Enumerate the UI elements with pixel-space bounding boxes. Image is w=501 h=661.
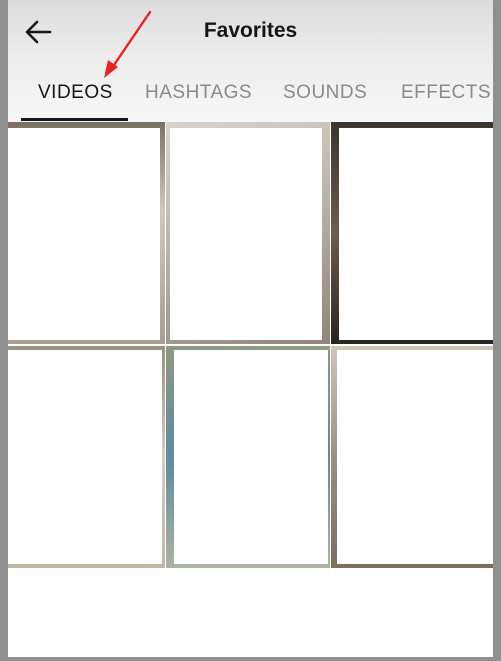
video-thumbnail[interactable] bbox=[331, 122, 493, 344]
tab-effects[interactable]: EFFECTS bbox=[401, 82, 491, 104]
red-arrow-annotation bbox=[104, 10, 152, 78]
tab-videos[interactable]: VIDEOS bbox=[38, 82, 113, 104]
redacted-overlay bbox=[339, 128, 493, 340]
redacted-overlay bbox=[174, 350, 328, 564]
redacted-overlay bbox=[8, 128, 160, 340]
redacted-overlay bbox=[8, 350, 162, 564]
tab-bar: VIDEOS HASHTAGS SOUNDS EFFECTS bbox=[8, 82, 493, 122]
empty-area bbox=[8, 568, 493, 657]
tab-hashtags[interactable]: HASHTAGS bbox=[145, 82, 252, 104]
redacted-overlay bbox=[337, 350, 493, 564]
redacted-overlay bbox=[170, 128, 322, 340]
video-thumbnail[interactable] bbox=[8, 346, 165, 568]
favorites-screen: Favorites VIDEOS HASHTAGS SOUNDS EFFECTS bbox=[8, 0, 493, 657]
active-tab-indicator bbox=[21, 118, 128, 121]
video-thumbnail[interactable] bbox=[166, 122, 330, 344]
page-title: Favorites bbox=[203, 19, 298, 42]
video-thumbnail[interactable] bbox=[8, 122, 165, 344]
tab-sounds[interactable]: SOUNDS bbox=[283, 82, 367, 104]
videos-grid bbox=[8, 122, 493, 568]
video-thumbnail[interactable] bbox=[331, 346, 493, 568]
top-bar: Favorites VIDEOS HASHTAGS SOUNDS EFFECTS bbox=[8, 0, 493, 122]
video-thumbnail[interactable] bbox=[166, 346, 330, 568]
